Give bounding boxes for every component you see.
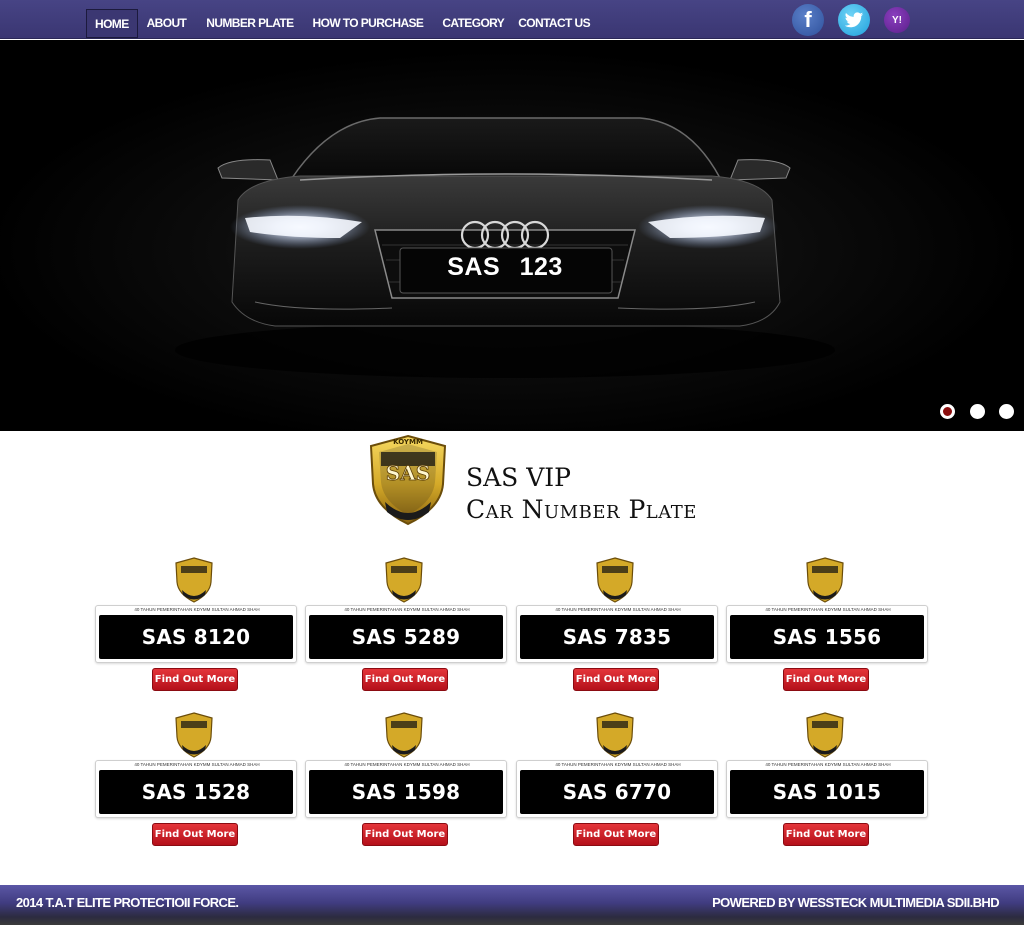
brand-title: SAS VIP Car Number Plate — [466, 462, 697, 526]
main-nav: HOME ABOUT NUMBER PLATE HOW TO PURCHASE … — [86, 9, 599, 38]
nav-contact-us[interactable]: CONTACT US — [509, 9, 599, 38]
plate-number: SAS 1015 — [730, 770, 924, 814]
car-image — [175, 117, 835, 378]
plate-number: SAS 1598 — [309, 770, 503, 814]
brand-title-line1: SAS VIP — [466, 463, 572, 492]
find-out-more-button[interactable]: Find Out More — [152, 668, 238, 691]
plate-frame: 40 TAHUN PEMERINTAHAN KDYMM SULTAN AHMAD… — [726, 760, 928, 818]
plate-tagline: 40 TAHUN PEMERINTAHAN KDYMM SULTAN AHMAD… — [344, 762, 470, 767]
plate-number: SAS 1528 — [99, 770, 293, 814]
plate-number: SAS 6770 — [520, 770, 714, 814]
plate-frame: 40 TAHUN PEMERINTAHAN KDYMM SULTAN AHMAD… — [305, 760, 507, 818]
plate-card: 40 TAHUN PEMERINTAHAN KDYMM SULTAN AHMAD… — [95, 556, 297, 691]
nav-about[interactable]: ABOUT — [138, 9, 197, 38]
footer-copyright: 2014 T.A.T ELITE PROTECTIOII FORCE. — [16, 895, 239, 910]
plate-card: 40 TAHUN PEMERINTAHAN KDYMM SULTAN AHMAD… — [95, 711, 297, 846]
slide-dot-3[interactable] — [999, 404, 1014, 419]
brand-title-line2: Car Number Plate — [466, 495, 697, 524]
sas-badge-icon — [596, 557, 634, 603]
plate-frame: 40 TAHUN PEMERINTAHAN KDYMM SULTAN AHMAD… — [95, 605, 297, 663]
plate-frame: 40 TAHUN PEMERINTAHAN KDYMM SULTAN AHMAD… — [516, 605, 718, 663]
slide-dot-1[interactable] — [940, 404, 955, 419]
plate-card: 40 TAHUN PEMERINTAHAN KDYMM SULTAN AHMAD… — [516, 711, 718, 846]
nav-home[interactable]: HOME — [86, 9, 138, 38]
footer: 2014 T.A.T ELITE PROTECTIOII FORCE. POWE… — [0, 885, 1024, 925]
plate-tagline: 40 TAHUN PEMERINTAHAN KDYMM SULTAN AHMAD… — [555, 607, 681, 612]
sas-badge-icon — [806, 712, 844, 758]
find-out-more-button[interactable]: Find Out More — [783, 668, 869, 691]
sas-badge-icon — [175, 557, 213, 603]
hero-slider: SAS 123 — [0, 40, 1024, 431]
find-out-more-button[interactable]: Find Out More — [362, 823, 448, 846]
twitter-icon[interactable] — [838, 4, 870, 36]
plate-card: 40 TAHUN PEMERINTAHAN KDYMM SULTAN AHMAD… — [726, 556, 928, 691]
find-out-more-button[interactable]: Find Out More — [362, 668, 448, 691]
sas-badge-icon — [385, 557, 423, 603]
plate-tagline: 40 TAHUN PEMERINTAHAN KDYMM SULTAN AHMAD… — [765, 607, 891, 612]
sas-badge-icon — [385, 712, 423, 758]
find-out-more-button[interactable]: Find Out More — [573, 668, 659, 691]
plate-card: 40 TAHUN PEMERINTAHAN KDYMM SULTAN AHMAD… — [305, 711, 507, 846]
plate-card: 40 TAHUN PEMERINTAHAN KDYMM SULTAN AHMAD… — [516, 556, 718, 691]
nav-category[interactable]: CATEGORY — [433, 9, 509, 38]
top-navbar: HOME ABOUT NUMBER PLATE HOW TO PURCHASE … — [0, 0, 1024, 39]
plate-number: SAS 8120 — [99, 615, 293, 659]
sas-logo-top: KOYMM — [393, 438, 423, 446]
nav-how-to-purchase[interactable]: HOW TO PURCHASE — [304, 9, 434, 38]
plate-frame: 40 TAHUN PEMERINTAHAN KDYMM SULTAN AHMAD… — [305, 605, 507, 663]
plate-card: 40 TAHUN PEMERINTAHAN KDYMM SULTAN AHMAD… — [305, 556, 507, 691]
plate-number: SAS 7835 — [520, 615, 714, 659]
plate-tagline: 40 TAHUN PEMERINTAHAN KDYMM SULTAN AHMAD… — [344, 607, 470, 612]
find-out-more-button[interactable]: Find Out More — [783, 823, 869, 846]
plate-number: SAS 1556 — [730, 615, 924, 659]
sas-badge-icon — [806, 557, 844, 603]
plate-frame: 40 TAHUN PEMERINTAHAN KDYMM SULTAN AHMAD… — [95, 760, 297, 818]
facebook-icon[interactable]: f — [792, 4, 824, 36]
footer-powered-by: POWERED BY WESSTECK MULTIMEDIA SDII.BHD — [712, 895, 1000, 910]
plate-tagline: 40 TAHUN PEMERINTAHAN KDYMM SULTAN AHMAD… — [134, 762, 260, 767]
sas-badge-icon — [596, 712, 634, 758]
plate-card: 40 TAHUN PEMERINTAHAN KDYMM SULTAN AHMAD… — [726, 711, 928, 846]
plate-tagline: 40 TAHUN PEMERINTAHAN KDYMM SULTAN AHMAD… — [555, 762, 681, 767]
plate-tagline: 40 TAHUN PEMERINTAHAN KDYMM SULTAN AHMAD… — [134, 607, 260, 612]
sas-logo: SAS KOYMM — [369, 434, 447, 526]
yahoo-icon[interactable]: Y! — [884, 7, 910, 33]
plate-number: SAS 5289 — [309, 615, 503, 659]
nav-number-plate[interactable]: NUMBER PLATE — [196, 9, 303, 38]
plate-frame: 40 TAHUN PEMERINTAHAN KDYMM SULTAN AHMAD… — [726, 605, 928, 663]
plate-tagline: 40 TAHUN PEMERINTAHAN KDYMM SULTAN AHMAD… — [765, 762, 891, 767]
svg-text:SAS: SAS — [386, 461, 430, 485]
find-out-more-button[interactable]: Find Out More — [152, 823, 238, 846]
slide-dot-2[interactable] — [970, 404, 985, 419]
hero-plate-text: SAS 123 — [447, 253, 563, 281]
plate-frame: 40 TAHUN PEMERINTAHAN KDYMM SULTAN AHMAD… — [516, 760, 718, 818]
sas-badge-icon — [175, 712, 213, 758]
find-out-more-button[interactable]: Find Out More — [573, 823, 659, 846]
